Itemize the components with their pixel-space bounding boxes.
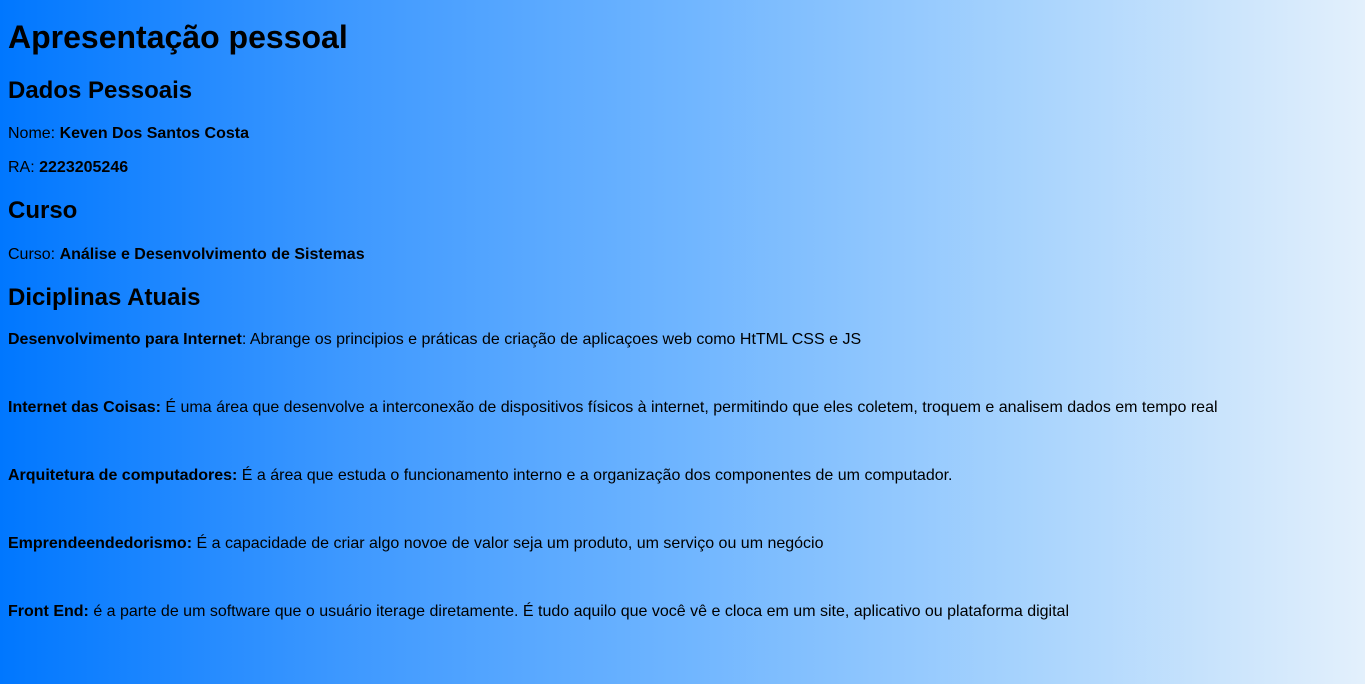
curso-line: Curso: Análise e Desenvolvimento de Sist… — [8, 246, 1357, 264]
disciplina-text: Internet das Coisas: É uma área que dese… — [8, 399, 1357, 417]
curso-label: Curso: — [8, 246, 60, 263]
disciplina-item: Arquitetura de computadores: É a área qu… — [8, 467, 1357, 535]
disciplina-description: É uma área que desenvolve a interconexão… — [160, 399, 1218, 416]
nome-value: Keven Dos Santos Costa — [59, 125, 249, 142]
section-heading-disciplinas: Diciplinas Atuais — [8, 284, 201, 311]
section-heading-dados-pessoais: Dados Pessoais — [8, 77, 193, 104]
ra-label: RA: — [8, 159, 40, 176]
disciplina-name: Arquitetura de computadores: — [8, 467, 238, 484]
ra-value: 2223205246 — [39, 159, 129, 176]
page-title: Apresentação pessoal — [8, 19, 348, 55]
disciplina-text: Front End: é a parte de um software que … — [8, 603, 1357, 621]
page: Apresentação pessoal Dados Pessoais Nome… — [0, 0, 1365, 671]
disciplina-item: Internet das Coisas: É uma área que dese… — [8, 399, 1357, 467]
disciplina-name: Internet das Coisas: — [8, 399, 161, 416]
curso-value: Análise e Desenvolvimento de Sistemas — [59, 246, 365, 263]
disciplina-description: É a área que estuda o funcionamento inte… — [237, 467, 953, 484]
disciplina-item: Desenvolvimento para Internet: Abrange o… — [8, 331, 1357, 399]
disciplina-text: Arquitetura de computadores: É a área qu… — [8, 467, 1357, 485]
disciplina-item: Front End: é a parte de um software que … — [8, 603, 1357, 671]
nome-line: Nome: Keven Dos Santos Costa — [8, 125, 1357, 143]
disciplinas-list: Desenvolvimento para Internet: Abrange o… — [8, 331, 1357, 671]
disciplina-name: Emprendeendedorismo: — [8, 535, 193, 552]
disciplina-description: É a capacidade de criar algo novoe de va… — [192, 535, 824, 552]
disciplina-description: é a parte de um software que o usuário i… — [88, 603, 1069, 620]
disciplina-name: Front End: — [8, 603, 89, 620]
disciplina-item: Emprendeendedorismo: É a capacidade de c… — [8, 535, 1357, 603]
nome-label: Nome: — [8, 125, 60, 142]
section-heading-curso: Curso — [8, 197, 78, 224]
ra-line: RA: 2223205246 — [8, 159, 1357, 177]
disciplina-text: Emprendeendedorismo: É a capacidade de c… — [8, 535, 1357, 553]
disciplina-description: : Abrange os principios e práticas de cr… — [241, 331, 862, 348]
disciplina-text: Desenvolvimento para Internet: Abrange o… — [8, 331, 1357, 349]
disciplina-name: Desenvolvimento para Internet — [8, 331, 242, 348]
